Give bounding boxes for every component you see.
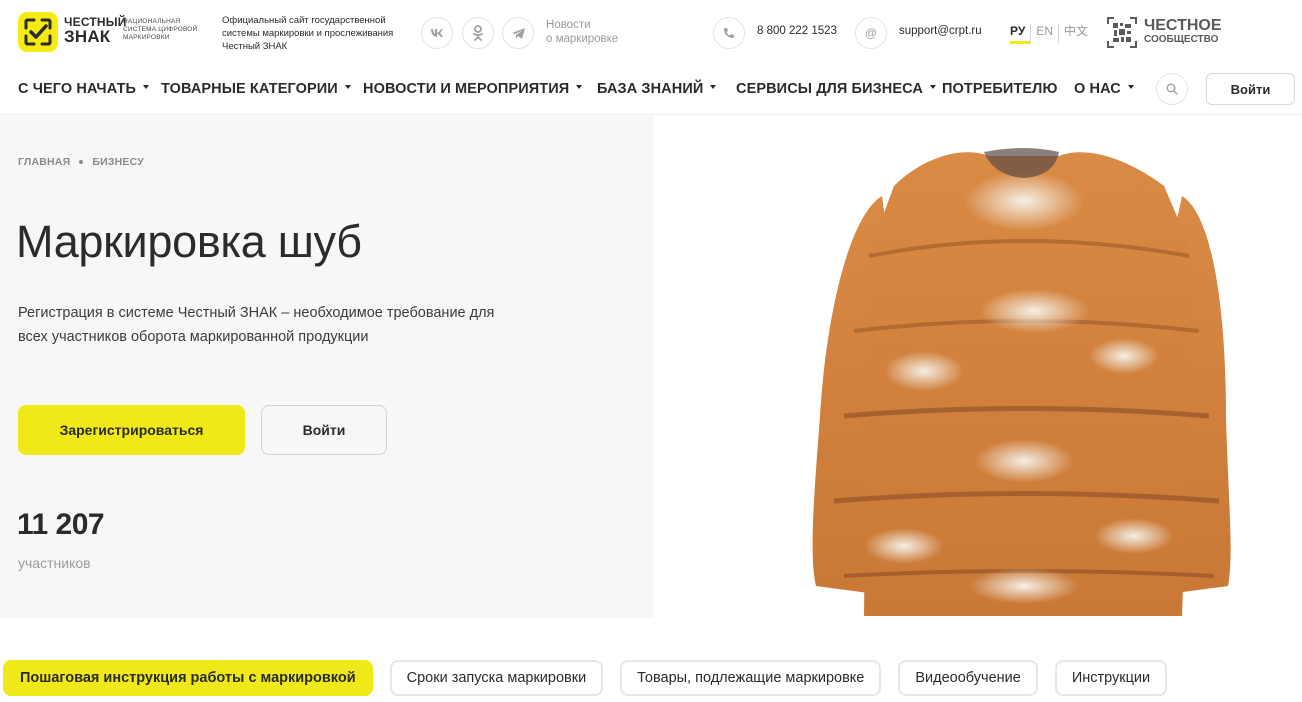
support-email[interactable]: support@crpt.ru [899,25,982,37]
odnoklassniki-icon[interactable] [462,17,494,49]
tab-video-training[interactable]: Видеообучение [898,660,1038,696]
nav-item-label: С ЧЕГО НАЧАТЬ [18,81,137,97]
page-title: Маркировка шуб [16,216,362,267]
nav-item-label: О НАС [1074,81,1121,97]
breadcrumb-home[interactable]: ГЛАВНАЯ [18,156,70,168]
news-link-line2: о маркировке [546,33,619,45]
caret-down-icon [1127,85,1134,90]
vk-icon[interactable] [421,17,453,49]
logo-line2: ЗНАК [64,27,111,46]
nav-item-knowledge[interactable]: БАЗА ЗНАНИЙ [597,81,717,97]
hero-panel [0,116,654,618]
top-header: ЧЕСТНЫЙ ЗНАК НАЦИОНАЛЬНАЯ СИСТЕМА ЦИФРОВ… [0,0,1302,64]
nav-item-consumer[interactable]: ПОТРЕБИТЕЛЮ [942,81,1058,97]
caret-down-icon [344,85,351,90]
fur-coat-image [654,116,1302,618]
login-button[interactable]: Войти [261,405,387,455]
hero-lead-text: Регистрация в системе Честный ЗНАК – нео… [18,305,495,345]
community-line2: СООБЩЕСТВО [1144,34,1219,45]
caret-down-icon [710,85,717,90]
nav-item-about[interactable]: О НАС [1074,81,1134,97]
lang-zh[interactable]: 中文 [1057,24,1093,44]
nav-item-label: НОВОСТИ И МЕРОПРИЯТИЯ [363,81,570,97]
language-switcher: РУ EN 中文 [1010,24,1093,44]
phone-number[interactable]: 8 800 222 1523 [757,25,837,37]
nav-item-news[interactable]: НОВОСТИ И МЕРОПРИЯТИЯ [363,81,583,97]
logo-title[interactable]: ЧЕСТНЫЙ ЗНАК [64,16,127,46]
main-nav: С ЧЕГО НАЧАТЬ ТОВАРНЫЕ КАТЕГОРИИ НОВОСТИ… [0,68,1302,115]
caret-down-icon [143,85,150,90]
telegram-icon[interactable] [502,17,534,49]
nav-item-label: ПОТРЕБИТЕЛЮ [942,81,1058,97]
register-button[interactable]: Зарегистрироваться [18,405,245,455]
nav-item-categories[interactable]: ТОВАРНЫЕ КАТЕГОРИИ [161,81,351,97]
tab-step-by-step[interactable]: Пошаговая инструкция работы с маркировко… [3,660,373,696]
tab-launch-dates[interactable]: Сроки запуска маркировки [389,660,604,696]
breadcrumb: ГЛАВНАЯ БИЗНЕСУ [18,156,144,168]
nav-item-label: СЕРВИСЫ ДЛЯ БИЗНЕСА [736,81,923,97]
header-login-button[interactable]: Войти [1206,73,1295,105]
nav-item-label: БАЗА ЗНАНИЙ [597,81,704,97]
participants-label: участников [18,555,91,571]
logo-icon[interactable] [18,12,58,52]
logo-subtitle: НАЦИОНАЛЬНАЯ СИСТЕМА ЦИФРОВОЙ МАРКИРОВКИ [123,18,198,41]
community-link[interactable]: ЧЕСТНОЕ СООБЩЕСТВО [1144,17,1222,46]
nav-item-start[interactable]: С ЧЕГО НАЧАТЬ [18,81,150,97]
community-line1: ЧЕСТНОЕ [1144,17,1222,34]
breadcrumb-separator [79,160,84,164]
news-link-line1: Новости [546,19,591,31]
tab-goods-subject[interactable]: Товары, подлежащие маркировке [620,660,882,696]
nav-item-business-services[interactable]: СЕРВИСЫ ДЛЯ БИЗНЕСА [736,81,936,97]
caret-down-icon [929,85,936,90]
search-icon[interactable] [1156,73,1188,105]
tab-instructions[interactable]: Инструкции [1054,660,1168,696]
community-logo-icon[interactable] [1106,16,1138,49]
caret-down-icon [576,85,583,90]
email-icon[interactable]: @ [855,17,887,49]
official-site-text: Официальный сайт государственной системы… [222,15,394,52]
phone-icon[interactable] [713,17,745,49]
section-tabs: Пошаговая инструкция работы с маркировко… [3,660,1184,696]
breadcrumb-business[interactable]: БИЗНЕСУ [92,156,144,168]
participants-count: 11 207 [17,508,105,541]
news-link[interactable]: Новости о маркировке [546,18,618,46]
nav-item-label: ТОВАРНЫЕ КАТЕГОРИИ [161,81,338,97]
lang-en[interactable]: EN [1030,24,1058,44]
lang-ru[interactable]: РУ [1010,24,1031,44]
